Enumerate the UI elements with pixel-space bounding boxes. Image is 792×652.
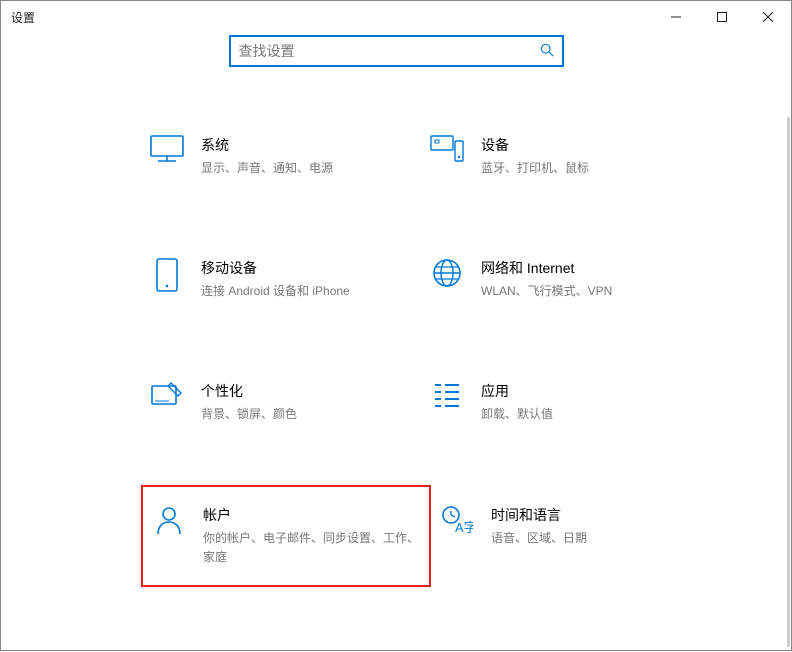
category-system[interactable]: 系统 显示、声音、通知、电源 (141, 127, 421, 186)
category-time-language[interactable]: A字 时间和语言 语音、区域、日期 (431, 497, 711, 587)
category-apps[interactable]: 应用 卸载、默认值 (421, 373, 701, 432)
apps-icon (427, 381, 467, 421)
category-accounts[interactable]: 帐户 你的帐户、电子邮件、同步设置、工作、家庭 (141, 485, 431, 587)
phone-icon (147, 258, 187, 298)
globe-icon (427, 258, 467, 298)
person-icon (149, 505, 189, 545)
category-sub: 显示、声音、通知、电源 (201, 159, 415, 178)
category-title: 应用 (481, 381, 695, 401)
svg-text:A字: A字 (455, 520, 473, 535)
search-icon (540, 43, 554, 60)
close-button[interactable] (745, 1, 791, 33)
category-network[interactable]: 网络和 Internet WLAN、飞行模式、VPN (421, 250, 701, 309)
scrollbar[interactable] (787, 117, 790, 647)
display-icon (147, 135, 187, 175)
maximize-button[interactable] (699, 1, 745, 33)
category-title: 个性化 (201, 381, 415, 401)
category-sub: 卸载、默认值 (481, 405, 695, 424)
category-title: 网络和 Internet (481, 258, 695, 278)
search-row (1, 35, 791, 67)
minimize-button[interactable] (653, 1, 699, 33)
category-title: 帐户 (203, 505, 423, 525)
category-personalization[interactable]: 个性化 背景、锁屏、颜色 (141, 373, 421, 432)
search-input[interactable] (239, 43, 540, 59)
window-controls (653, 1, 791, 33)
category-sub: 蓝牙、打印机、鼠标 (481, 159, 695, 178)
category-title: 系统 (201, 135, 415, 155)
category-title: 设备 (481, 135, 695, 155)
category-title: 移动设备 (201, 258, 415, 278)
category-sub: WLAN、飞行模式、VPN (481, 282, 695, 301)
titlebar: 设置 (1, 1, 791, 33)
window-title: 设置 (11, 9, 35, 26)
settings-grid: 系统 显示、声音、通知、电源 设备 蓝牙、打印机、鼠标 移动设备 连接 Andr… (1, 67, 791, 652)
category-sub: 连接 Android 设备和 iPhone (201, 282, 415, 301)
search-box[interactable] (229, 35, 564, 67)
category-title: 时间和语言 (491, 505, 705, 525)
personalize-icon (147, 381, 187, 421)
time-language-icon: A字 (437, 505, 477, 545)
category-sub: 语音、区域、日期 (491, 529, 705, 548)
category-devices[interactable]: 设备 蓝牙、打印机、鼠标 (421, 127, 701, 186)
category-sub: 你的帐户、电子邮件、同步设置、工作、家庭 (203, 529, 423, 567)
category-sub: 背景、锁屏、颜色 (201, 405, 415, 424)
category-mobile[interactable]: 移动设备 连接 Android 设备和 iPhone (141, 250, 421, 309)
devices-icon (427, 135, 467, 175)
